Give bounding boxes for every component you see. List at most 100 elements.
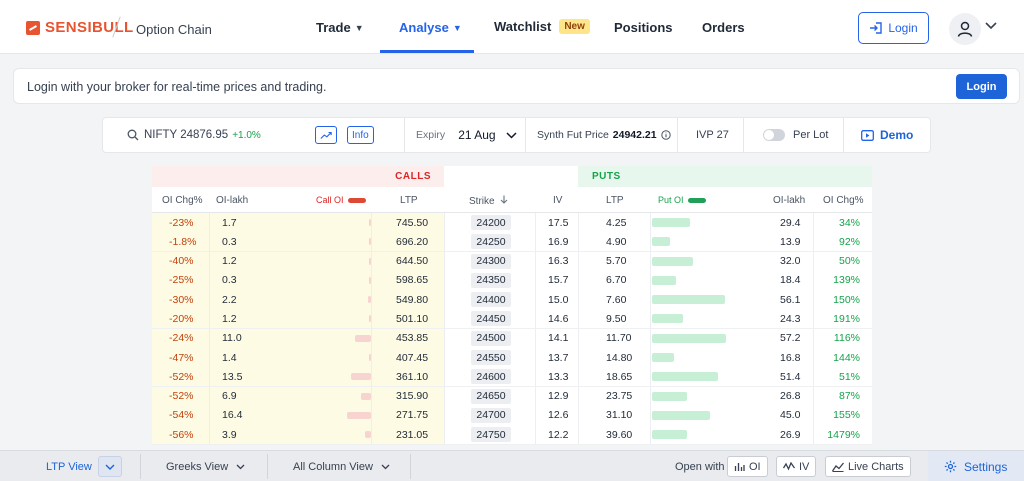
put-oi-lakh[interactable]: 51.4 [780,367,800,386]
per-lot-toggle[interactable]: Per Lot [763,118,828,152]
call-oi-chg[interactable]: -52% [169,387,194,406]
col-ltp[interactable]: LTP [400,195,418,206]
put-oi-lakh[interactable]: 32.0 [780,252,800,271]
strike-price[interactable]: 24750 [471,427,511,443]
put-oi-lakh[interactable]: 26.8 [780,387,800,406]
call-oi-lakh[interactable]: 2.2 [222,290,237,309]
nav-orders[interactable]: Orders [702,20,745,35]
put-oi-lakh[interactable]: 13.9 [780,232,800,251]
chart-button[interactable] [315,118,337,152]
strike-price[interactable]: 24650 [471,388,511,404]
col-put-ltp[interactable]: LTP [606,195,624,206]
call-ltp[interactable]: 501.10 [396,309,428,328]
call-oi-lakh[interactable]: 3.9 [222,425,237,444]
chain-row[interactable]: -52% 13.5 361.10 24600 13.3 18.65 51.4 51% [152,367,872,387]
strike-price[interactable]: 24400 [471,292,511,308]
iv-value[interactable]: 15.0 [548,290,568,309]
put-ltp[interactable]: 4.25 [606,213,626,232]
chain-row[interactable]: -25% 0.3 598.65 24350 15.7 6.70 18.4 139% [152,270,872,291]
call-oi-lakh[interactable]: 1.2 [222,252,237,271]
call-oi-lakh[interactable]: 16.4 [222,406,242,425]
call-oi-lakh[interactable]: 11.0 [222,329,242,348]
put-oi-chg[interactable]: 34% [839,213,860,232]
put-ltp[interactable]: 18.65 [606,367,632,386]
strike-price[interactable]: 24300 [471,253,511,269]
strike-price[interactable]: 24450 [471,311,511,327]
chain-row[interactable]: -47% 1.4 407.45 24550 13.7 14.80 16.8 144% [152,348,872,368]
put-ltp[interactable]: 39.60 [606,425,632,444]
col-put-oi-chg[interactable]: OI Chg% [823,195,864,206]
put-oi-chg[interactable]: 155% [833,406,860,425]
iv-value[interactable]: 16.3 [548,252,568,271]
put-ltp[interactable]: 6.70 [606,271,626,290]
put-oi-lakh[interactable]: 24.3 [780,309,800,328]
call-oi-chg[interactable]: -30% [169,290,194,309]
chain-row[interactable]: -54% 16.4 271.75 24700 12.6 31.10 45.0 155% [152,405,872,426]
iv-value[interactable]: 12.2 [548,425,568,444]
banner-login-button[interactable]: Login [956,74,1007,99]
col-iv[interactable]: IV [553,195,562,206]
greeks-view-button[interactable]: Greeks View [166,451,245,481]
live-charts-button[interactable]: Live Charts [825,451,911,481]
chain-row[interactable]: -23% 1.7 745.50 24200 17.5 4.25 29.4 34% [152,213,872,233]
demo-button[interactable]: Demo [861,118,913,152]
strike-price[interactable]: 24550 [471,350,511,366]
col-put-oi-lakh[interactable]: OI-lakh [773,195,805,206]
call-oi-chg[interactable]: -47% [169,348,194,367]
put-oi-chg[interactable]: 116% [834,329,860,348]
info-icon[interactable] [660,130,671,140]
expiry-selector[interactable]: Expiry 21 Aug [416,118,517,152]
put-oi-chg[interactable]: 1479% [827,425,860,444]
chain-row[interactable]: -56% 3.9 231.05 24750 12.2 39.60 26.9 1479% [152,425,872,445]
put-oi-lakh[interactable]: 45.0 [780,406,800,425]
chain-row[interactable]: -52% 6.9 315.90 24650 12.9 23.75 26.8 87% [152,386,872,406]
symbol-selector[interactable]: NIFTY 24876.95 +1.0% [127,118,261,152]
iv-value[interactable]: 17.5 [548,213,568,232]
put-oi-chg[interactable]: 87% [839,387,860,406]
put-ltp[interactable]: 14.80 [606,348,632,367]
strike-price[interactable]: 24200 [471,215,511,230]
toggle-switch[interactable] [763,129,785,141]
call-oi-chg[interactable]: -24% [169,329,194,348]
call-oi-lakh[interactable]: 0.3 [222,232,237,251]
call-ltp[interactable]: 453.85 [396,329,428,348]
info-button[interactable]: Info [347,118,374,152]
col-strike[interactable]: Strike [469,195,508,207]
chain-row[interactable]: -30% 2.2 549.80 24400 15.0 7.60 56.1 150% [152,290,872,310]
put-ltp[interactable]: 23.75 [606,387,632,406]
ltp-view-dropdown[interactable] [98,451,122,481]
strike-price[interactable]: 24500 [471,330,511,346]
all-column-view-button[interactable]: All Column View [293,451,390,481]
call-ltp[interactable]: 644.50 [396,252,428,271]
put-oi-lakh[interactable]: 18.4 [780,271,800,290]
call-oi-chg[interactable]: -25% [169,271,194,290]
put-oi-chg[interactable]: 92% [839,232,860,251]
call-oi-chg[interactable]: -56% [169,425,194,444]
call-ltp[interactable]: 549.80 [396,290,428,309]
put-oi-lakh[interactable]: 16.8 [780,348,800,367]
call-oi-lakh[interactable]: 13.5 [222,367,242,386]
strike-price[interactable]: 24350 [471,272,511,288]
call-ltp[interactable]: 696.20 [396,232,428,251]
call-oi-lakh[interactable]: 0.3 [222,271,237,290]
chain-row[interactable]: -1.8% 0.3 696.20 24250 16.9 4.90 13.9 92% [152,232,872,252]
call-oi-chg[interactable]: -20% [169,309,194,328]
col-oi-lakh[interactable]: OI-lakh [216,195,248,206]
call-ltp[interactable]: 361.10 [396,367,428,386]
iv-value[interactable]: 13.3 [548,367,568,386]
iv-value[interactable]: 16.9 [548,232,568,251]
chevron-down-icon[interactable] [985,21,997,33]
open-iv-chart-button[interactable]: IV [776,451,817,481]
call-ltp[interactable]: 271.75 [396,406,428,425]
put-oi-lakh[interactable]: 57.2 [780,329,800,348]
nav-watchlist[interactable]: Watchlist New [494,19,590,34]
put-oi-lakh[interactable]: 26.9 [780,425,800,444]
call-oi-chg[interactable]: -40% [169,252,194,271]
put-ltp[interactable]: 31.10 [606,406,632,425]
col-put-oi[interactable]: Put OI [658,195,706,205]
call-ltp[interactable]: 315.90 [396,387,428,406]
put-ltp[interactable]: 4.90 [606,232,626,251]
put-ltp[interactable]: 9.50 [606,309,626,328]
col-call-oi[interactable]: Call OI [316,195,366,205]
iv-value[interactable]: 13.7 [548,348,568,367]
